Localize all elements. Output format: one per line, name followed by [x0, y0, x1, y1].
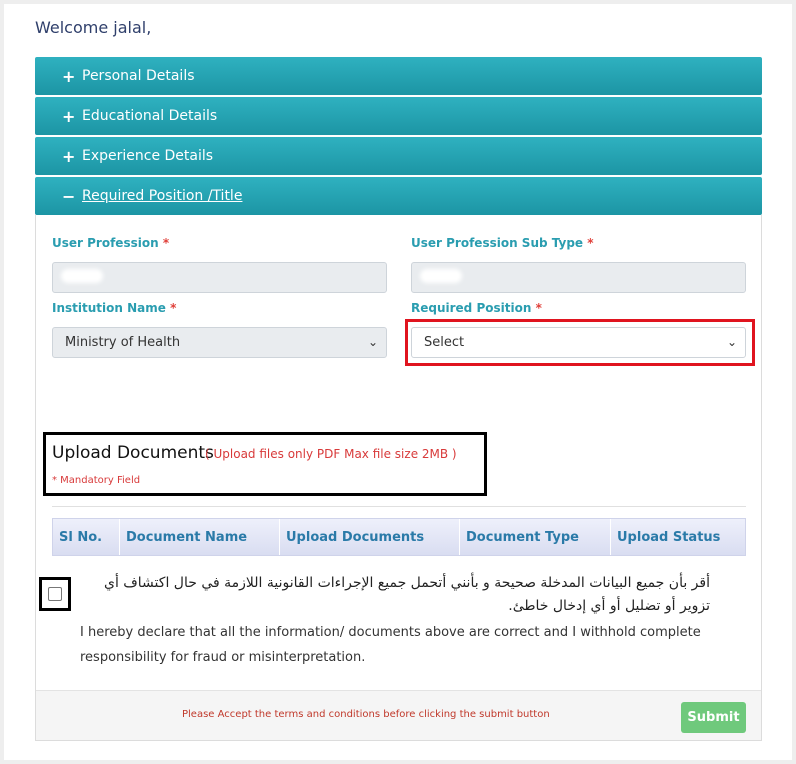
required-position-label: Required Position * [411, 301, 542, 315]
column-header-document-type: Document Type [460, 519, 611, 555]
plus-icon: + [62, 106, 76, 126]
highlight-box-required-position [405, 319, 755, 366]
accordion-label: Personal Details [82, 68, 195, 84]
accordion-educational-details[interactable]: + Educational Details [35, 97, 762, 135]
upload-documents-title: Upload Documents [52, 443, 214, 463]
institution-name-label: Institution Name * [52, 301, 177, 315]
terms-warning: Please Accept the terms and conditions b… [182, 709, 550, 720]
accordion-label: Required Position /Title [82, 188, 243, 204]
highlight-box-upload-documents [43, 432, 487, 496]
declaration-arabic: أقر بأن جميع البيانات المدخلة صحيحة و بأ… [103, 575, 710, 614]
user-profession-sub-type-label: User Profession Sub Type * [411, 236, 594, 250]
submit-button[interactable]: Submit [681, 702, 746, 733]
redacted-value [420, 269, 462, 283]
declaration-english: I hereby declare that all the informatio… [80, 625, 701, 665]
accordion-personal-details[interactable]: + Personal Details [35, 57, 762, 95]
highlight-box-declaration-checkbox [39, 577, 71, 611]
column-header-sl-no: Sl No. [53, 519, 120, 555]
declaration-checkbox[interactable] [48, 587, 62, 601]
minus-icon: − [62, 186, 76, 206]
required-marker: * [587, 236, 594, 250]
column-header-upload-status: Upload Status [617, 529, 721, 545]
institution-name-select[interactable]: Ministry of Health ⌄ [52, 327, 387, 358]
redacted-value [61, 269, 103, 283]
required-marker: * [162, 236, 170, 250]
required-marker: * [535, 301, 542, 315]
chevron-down-icon: ⌄ [367, 335, 378, 349]
user-profession-field [52, 262, 387, 293]
accordion-label: Educational Details [82, 108, 218, 124]
documents-table-header: Sl No. Document Name Upload Documents Do… [52, 518, 746, 556]
column-header-document-name: Document Name [120, 519, 280, 555]
form-footer: Please Accept the terms and conditions b… [36, 690, 761, 740]
user-profession-sub-type-field [411, 262, 746, 293]
mandatory-field-note: * Mandatory Field [52, 475, 141, 486]
user-profession-label: User Profession * [52, 236, 170, 250]
divider [52, 506, 746, 507]
upload-documents-note: ( Upload files only PDF Max file size 2M… [205, 447, 457, 461]
plus-icon: + [62, 146, 76, 166]
accordion-label: Experience Details [82, 148, 214, 164]
accordion-experience-details[interactable]: + Experience Details [35, 137, 762, 175]
accordion-required-position[interactable]: − Required Position /Title [35, 177, 762, 215]
plus-icon: + [62, 66, 76, 86]
column-header-upload-documents: Upload Documents [280, 519, 460, 555]
welcome-text: Welcome jalal, [35, 18, 152, 37]
required-marker: * [170, 301, 177, 315]
institution-name-value: Ministry of Health [65, 335, 181, 350]
